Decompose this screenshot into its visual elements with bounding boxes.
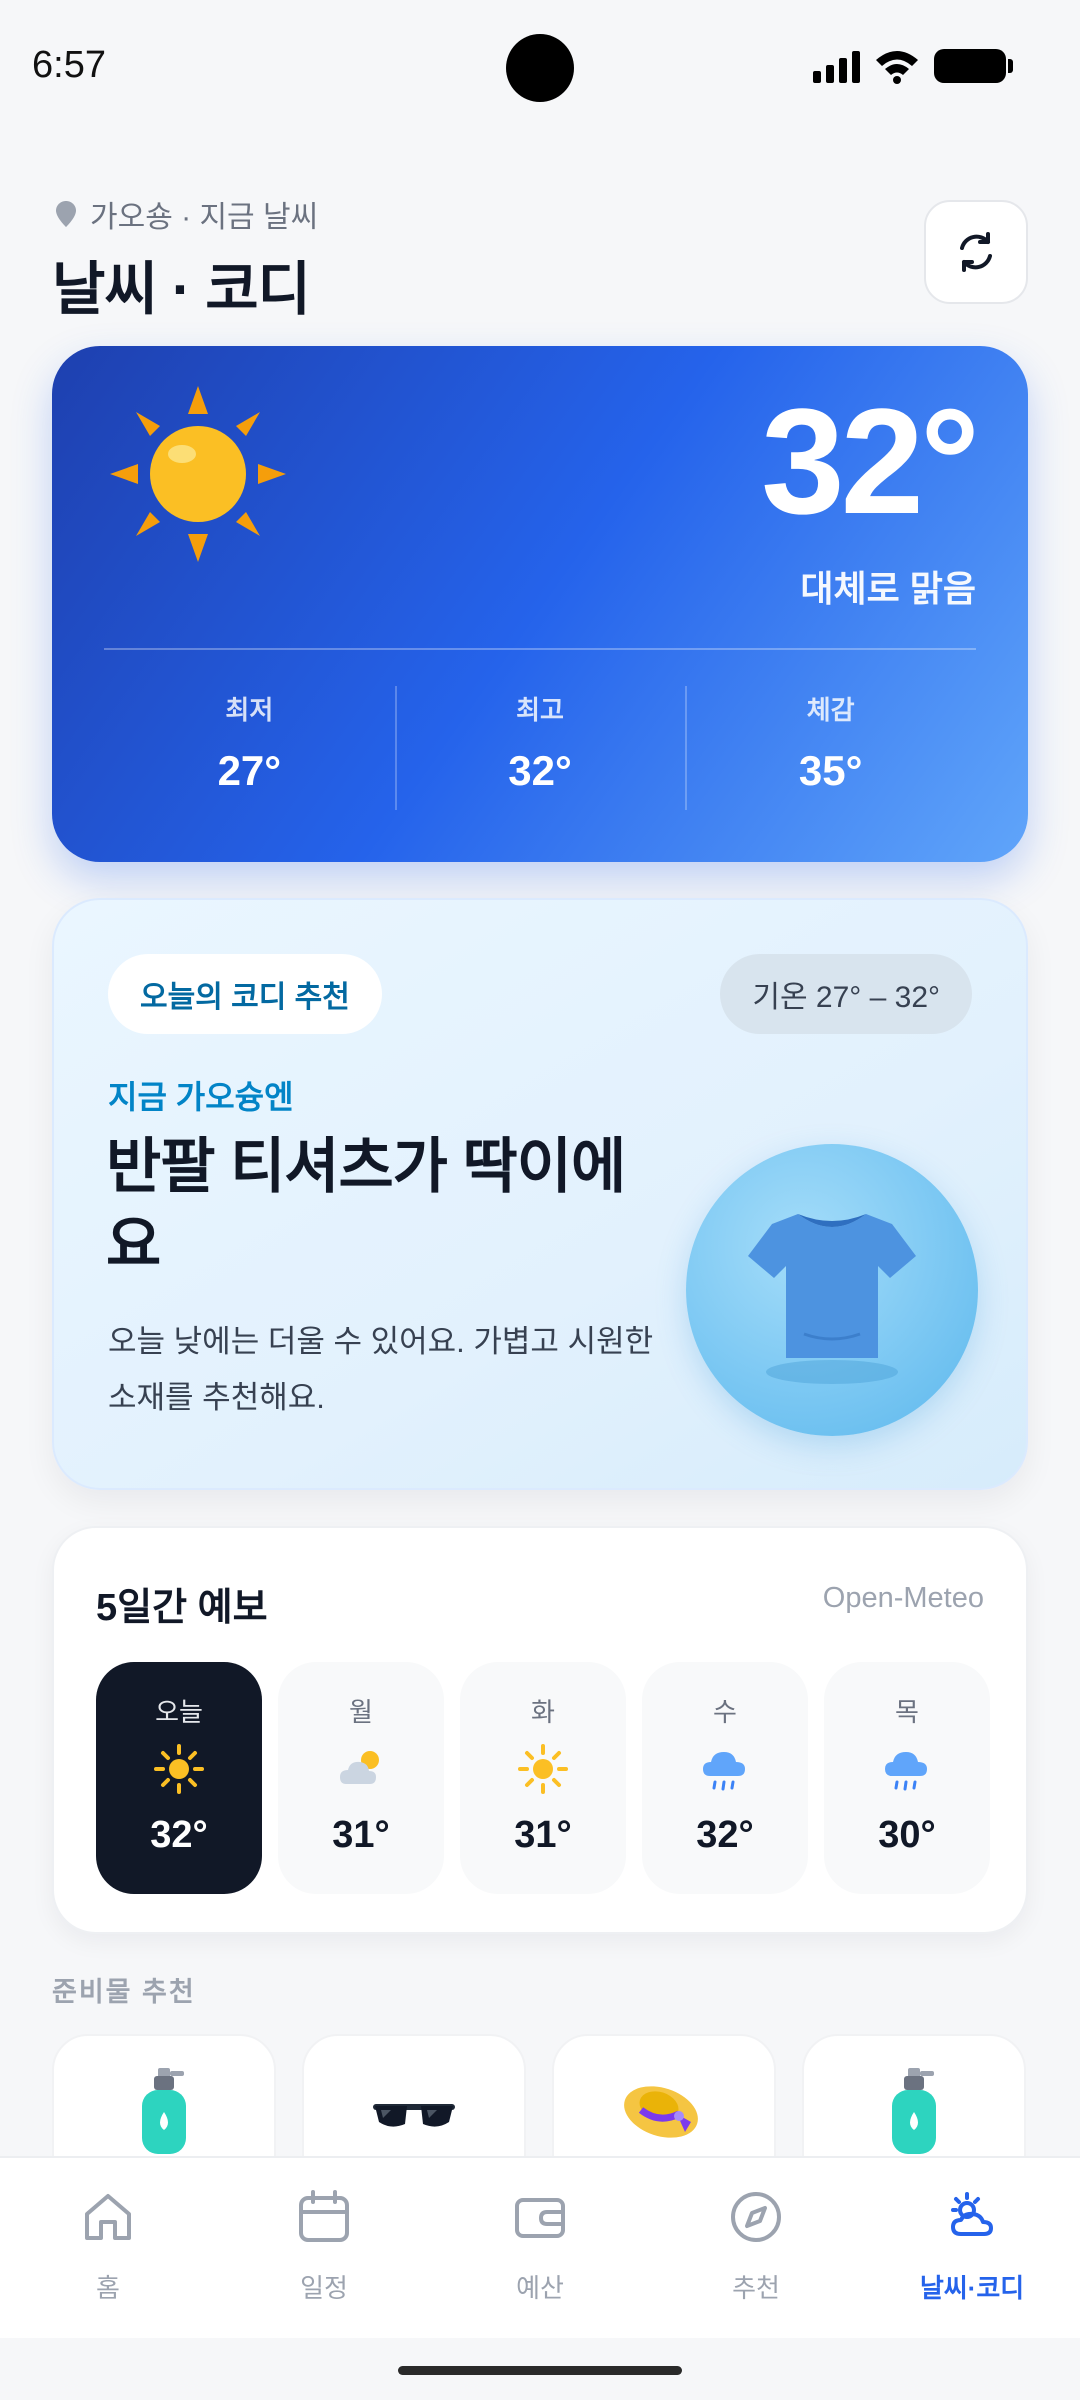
signal-icon [813, 49, 860, 83]
lotion-bottle-icon [892, 2068, 936, 2154]
outfit-description: 오늘 낮에는 더울 수 있어요. 가볍고 시원한 소재를 추천해요. [108, 1324, 654, 1415]
current-condition: 대체로 맑음 [800, 568, 976, 609]
forecast-days: 오늘 32° 월 31° 화 31° 수 32° 목 30° [96, 1662, 990, 1894]
calendar-icon [299, 2190, 349, 2242]
sun-icon [110, 386, 286, 562]
battery-icon [934, 49, 1013, 83]
nav-label: 예산 [516, 2273, 564, 2303]
refresh-icon [960, 232, 992, 272]
day-temp: 31° [332, 1814, 390, 1856]
day-temp: 30° [878, 1814, 936, 1856]
forecast-day-mon[interactable]: 월 31° [278, 1662, 444, 1894]
rain-icon [885, 1752, 927, 1791]
current-temperature: 32° [761, 377, 980, 545]
sun-icon [518, 1744, 568, 1794]
day-temp: 31° [514, 1814, 572, 1856]
forecast-day-thu[interactable]: 목 30° [824, 1662, 990, 1894]
partly-cloudy-icon [340, 1751, 379, 1784]
day-temp: 32° [150, 1814, 208, 1856]
day-label: 목 [895, 1697, 919, 1727]
outfit-chip: 오늘의 코디 추천 [108, 954, 382, 1034]
stat-label: 체감 [806, 695, 855, 725]
sun-hat-icon [624, 2086, 698, 2138]
stat-label: 최저 [225, 695, 274, 725]
stat-high: 최고 32° [394, 686, 686, 810]
current-weather-card: 32° 대체로 맑음 최저 27° 최고 32° 체감 35° [52, 346, 1028, 862]
nav-label: 추천 [732, 2273, 780, 2303]
nav-item-weather[interactable]: 날씨·코디 [864, 2158, 1080, 2338]
temperature-stats: 최저 27° 최고 32° 체감 35° [104, 686, 976, 810]
weather-icon [951, 2192, 993, 2236]
outfit-subtitle: 지금 가오슝엔 [108, 1079, 294, 1115]
wallet-icon [515, 2198, 565, 2238]
day-label: 오늘 [155, 1697, 203, 1727]
nav-item-recommend[interactable]: 추천 [648, 2158, 864, 2338]
stat-feels-like: 체감 35° [685, 686, 976, 810]
day-label: 월 [349, 1697, 373, 1727]
nav-item-schedule[interactable]: 일정 [216, 2158, 432, 2338]
forecast-title: 5일간 예보 [96, 1587, 268, 1629]
status-bar: 6:57 [0, 0, 1080, 134]
stat-low: 최저 27° [104, 686, 395, 810]
nav-item-budget[interactable]: 예산 [432, 2158, 648, 2338]
refresh-button[interactable] [924, 200, 1028, 304]
camera-cutout [506, 34, 574, 102]
outfit-illustration [686, 1144, 978, 1436]
location-line: 가오숑 · 지금 날씨 [56, 192, 318, 236]
stat-value: 35° [798, 747, 863, 794]
forecast-day-wed[interactable]: 수 32° [642, 1662, 808, 1894]
rain-icon [703, 1752, 745, 1791]
stat-label: 최고 [516, 695, 564, 725]
forecast-card: 5일간 예보 Open-Meteo 오늘 32° 월 31° 화 31° 수 3… [52, 1526, 1028, 1934]
sun-icon [154, 1744, 204, 1794]
day-temp: 32° [696, 1814, 754, 1856]
outfit-recommendation-card[interactable]: 오늘의 코디 추천 기온 27° – 32° 지금 가오슝엔 반팔 티셔츠가 딱… [52, 898, 1028, 1490]
location-text: 가오숑 · 지금 날씨 [90, 201, 319, 234]
nav-item-home[interactable]: 홈 [0, 2158, 216, 2338]
forecast-day-tue[interactable]: 화 31° [460, 1662, 626, 1894]
temperature-range-chip: 기온 27° – 32° [720, 954, 972, 1034]
stat-value: 32° [508, 747, 572, 794]
hero-divider [104, 648, 976, 650]
nav-label: 홈 [96, 2273, 120, 2303]
nav-label: 일정 [300, 2273, 348, 2303]
day-label: 수 [713, 1697, 737, 1727]
outfit-title: 반팔 티셔츠가 딱이에요 [106, 1133, 626, 1278]
location-pin-icon [56, 201, 76, 227]
tshirt-icon [748, 1214, 916, 1384]
day-label: 화 [531, 1697, 555, 1727]
bottom-nav: 홈 일정 예산 추천 날씨·코디 [0, 2156, 1080, 2338]
home-icon [85, 2194, 131, 2240]
sunglasses-icon [373, 2104, 455, 2127]
lotion-bottle-icon [142, 2068, 186, 2154]
home-indicator[interactable] [398, 2366, 682, 2375]
page-title: 날씨 · 코디 [52, 257, 311, 322]
wifi-icon [876, 51, 918, 84]
compass-icon [731, 2192, 781, 2242]
prep-section-title: 준비물 추천 [52, 1977, 196, 2007]
stat-value: 27° [217, 747, 282, 794]
status-time: 6:57 [32, 44, 106, 86]
forecast-source: Open-Meteo [822, 1582, 984, 1614]
nav-label: 날씨·코디 [919, 2273, 1025, 2303]
status-icons [813, 48, 1013, 84]
forecast-day-today[interactable]: 오늘 32° [96, 1662, 262, 1894]
